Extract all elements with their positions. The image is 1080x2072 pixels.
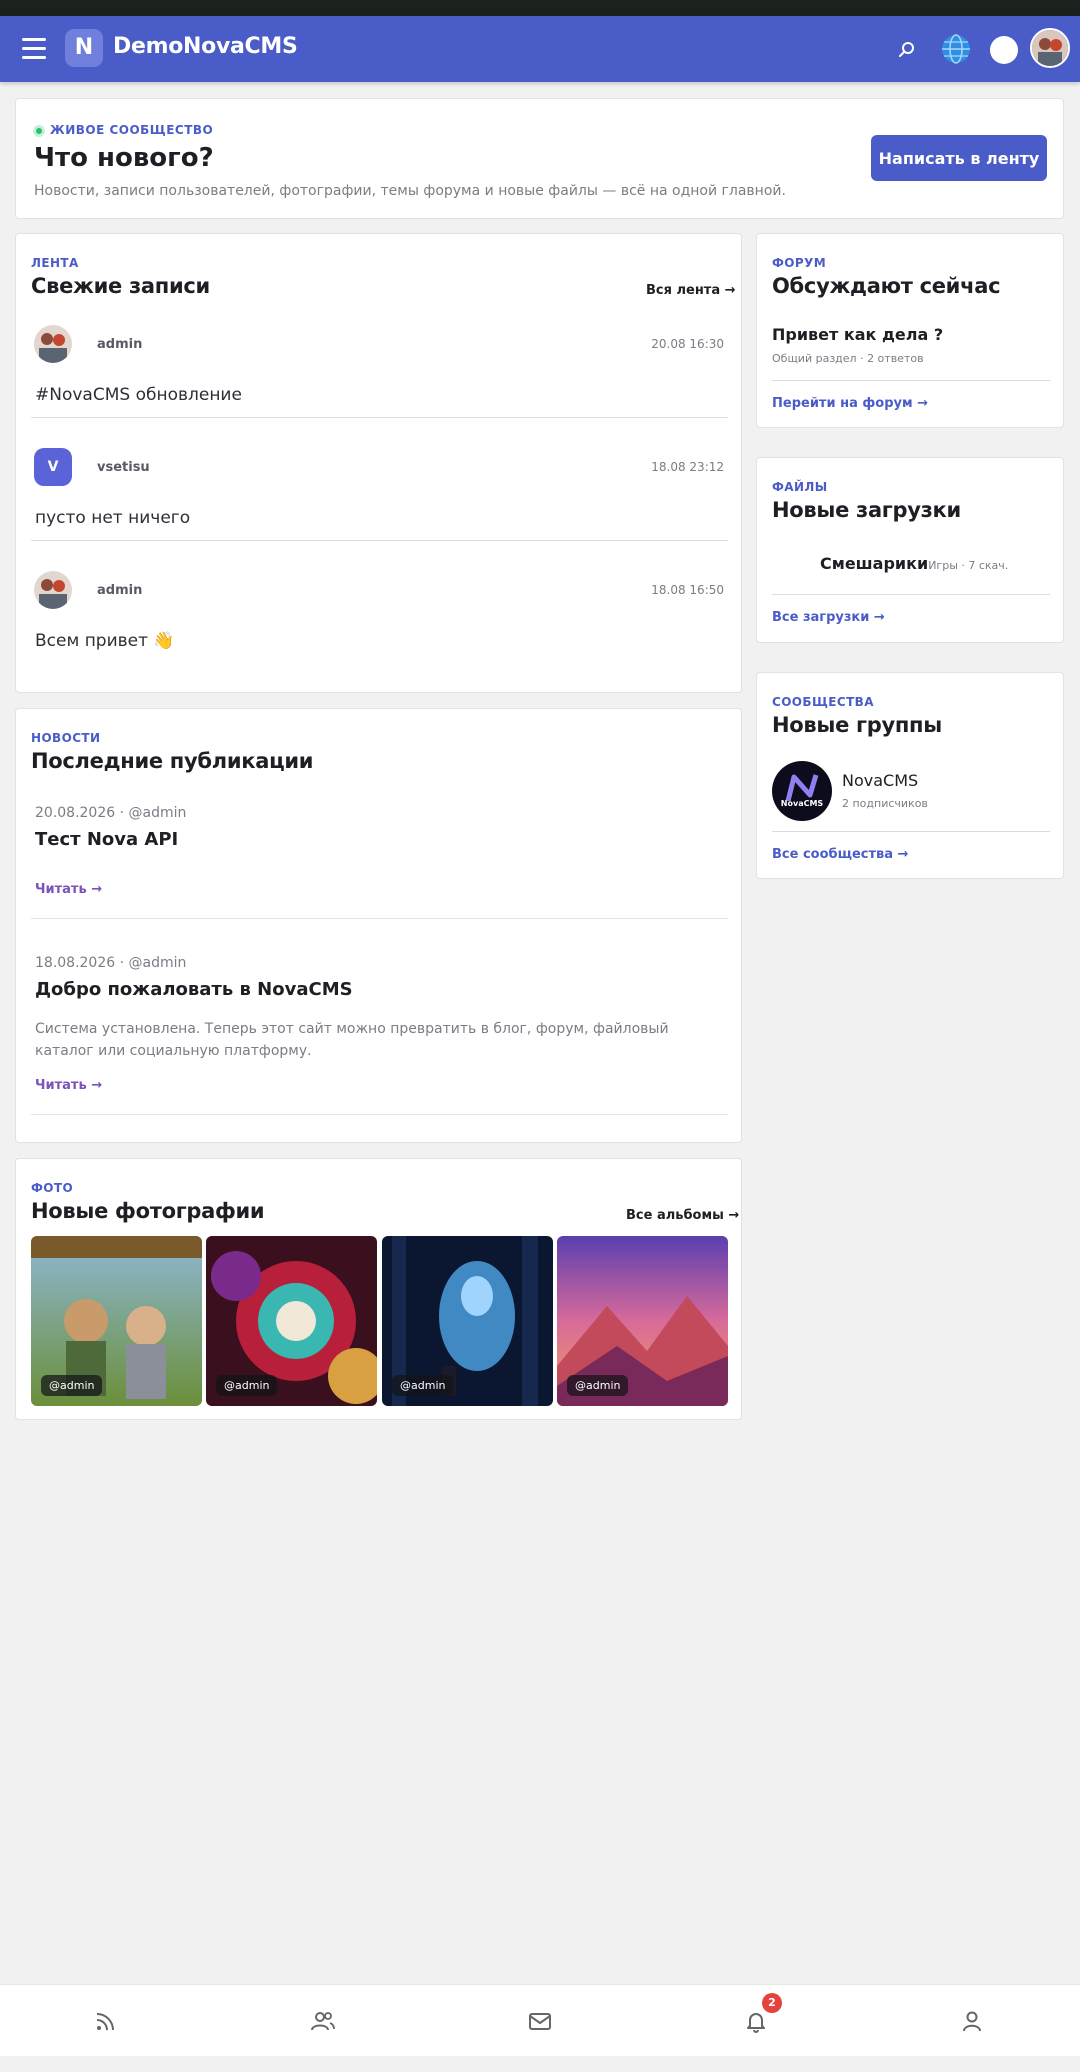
forum-card: ФОРУМ Обсуждают сейчас Привет как дела ?…: [756, 233, 1064, 428]
post-text: #NovaCMS обновление: [35, 385, 242, 405]
group-logo[interactable]: NovaCMS: [772, 761, 832, 821]
search-icon[interactable]: [893, 36, 921, 64]
photo-thumbnail[interactable]: @admin: [382, 1236, 553, 1406]
group-logo-text: NovaCMS: [780, 799, 824, 808]
notifications-badge: 2: [762, 1993, 782, 2013]
hero-kicker: ЖИВОЕ СООБЩЕСТВО: [50, 123, 214, 137]
news-item-title[interactable]: Добро пожаловать в NovaCMS: [35, 979, 353, 1000]
feed-post[interactable]: admin 18.08 16:50 Всем привет 👋: [31, 571, 728, 664]
forum-kicker: ФОРУМ: [772, 256, 827, 270]
news-item[interactable]: 20.08.2026 · @admin Тест Nova API Читать…: [31, 805, 728, 919]
hero-subtitle: Новости, записи пользователей, фотографи…: [34, 183, 786, 199]
hero-title: Что нового?: [34, 143, 214, 173]
post-avatar[interactable]: V: [34, 448, 72, 486]
feed-title: Свежие записи: [31, 274, 210, 298]
post-time: 18.08 16:50: [651, 583, 724, 597]
forum-topic-title[interactable]: Привет как дела ?: [772, 325, 943, 344]
post-author[interactable]: admin: [97, 583, 142, 598]
post-author[interactable]: vsetisu: [97, 460, 150, 475]
profile-icon[interactable]: [958, 2007, 986, 2035]
live-indicator-icon: [33, 125, 45, 137]
news-kicker: НОВОСТИ: [31, 731, 101, 745]
site-logo[interactable]: N: [65, 29, 103, 67]
post-time: 20.08 16:30: [651, 337, 724, 351]
file-name[interactable]: Смешарики: [820, 554, 928, 573]
post-text: Всем привет 👋: [35, 631, 175, 651]
all-feed-link[interactable]: Вся лента →: [646, 283, 736, 298]
site-title[interactable]: DemoNovaCMS: [113, 34, 298, 59]
photo-author-tag: @admin: [392, 1375, 454, 1396]
groups-card: СООБЩЕСТВА Новые группы NovaCMS NovaCMS …: [756, 672, 1064, 879]
mail-icon[interactable]: [526, 2007, 554, 2035]
users-icon[interactable]: [309, 2007, 337, 2035]
feed-kicker: ЛЕНТА: [31, 256, 79, 270]
post-avatar[interactable]: [34, 325, 72, 363]
write-to-feed-button[interactable]: Написать в ленту: [871, 135, 1047, 181]
divider: [772, 831, 1050, 832]
file-item[interactable]: СмешарикиИгры · 7 скач.: [820, 554, 1008, 573]
feed-icon[interactable]: [92, 2007, 120, 2035]
photo-thumbnail[interactable]: @admin: [557, 1236, 728, 1406]
bottom-strip: [0, 2056, 1080, 2072]
bottom-navigation: 2: [0, 1984, 1080, 2056]
post-avatar[interactable]: [34, 571, 72, 609]
post-author[interactable]: admin: [97, 337, 142, 352]
user-avatar[interactable]: [1030, 28, 1070, 68]
group-meta: 2 подписчиков: [842, 797, 928, 810]
groups-kicker: СООБЩЕСТВА: [772, 695, 874, 709]
all-albums-link[interactable]: Все альбомы →: [626, 1208, 739, 1223]
theme-toggle-icon[interactable]: [990, 36, 1018, 64]
divider: [772, 380, 1050, 381]
forum-topic-meta: Общий раздел · 2 ответов: [772, 352, 924, 365]
photo-thumbnail[interactable]: @admin: [31, 1236, 202, 1406]
feed-post[interactable]: V vsetisu 18.08 23:12 пусто нет ничего: [31, 448, 728, 541]
group-name[interactable]: NovaCMS: [842, 771, 918, 790]
all-communities-link[interactable]: Все сообщества →: [772, 847, 908, 862]
post-time: 18.08 23:12: [651, 460, 724, 474]
photo-author-tag: @admin: [41, 1375, 103, 1396]
all-downloads-link[interactable]: Все загрузки →: [772, 610, 885, 625]
feed-card: ЛЕНТА Свежие записи Вся лента → admin 20…: [15, 233, 742, 693]
news-meta: 20.08.2026 · @admin: [35, 805, 187, 821]
news-item-description: Система установлена. Теперь этот сайт мо…: [35, 1021, 669, 1059]
feed-post[interactable]: admin 20.08 16:30 #NovaCMS обновление: [31, 325, 728, 418]
post-text: пусто нет ничего: [35, 508, 191, 528]
news-card: НОВОСТИ Последние публикации 20.08.2026 …: [15, 708, 742, 1143]
photo-thumbnail[interactable]: @admin: [206, 1236, 377, 1406]
top-navbar: N DemoNovaCMS: [0, 16, 1080, 82]
read-more-link[interactable]: Читать →: [35, 1078, 102, 1093]
divider: [772, 594, 1050, 595]
news-item-title[interactable]: Тест Nova API: [35, 829, 178, 850]
top-status-strip: [0, 0, 1080, 16]
file-meta: Игры · 7 скач.: [928, 559, 1009, 572]
hero-card: ЖИВОЕ СООБЩЕСТВО Что нового? Новости, за…: [15, 98, 1064, 219]
go-to-forum-link[interactable]: Перейти на форум →: [772, 396, 928, 411]
photo-author-tag: @admin: [216, 1375, 278, 1396]
news-title: Последние публикации: [31, 749, 314, 773]
menu-icon[interactable]: [22, 38, 46, 60]
groups-title: Новые группы: [772, 713, 942, 737]
photos-kicker: ФОТО: [31, 1181, 74, 1195]
files-card: ФАЙЛЫ Новые загрузки СмешарикиИгры · 7 с…: [756, 457, 1064, 643]
photos-title: Новые фотографии: [31, 1199, 265, 1223]
forum-title: Обсуждают сейчас: [772, 274, 1001, 298]
files-kicker: ФАЙЛЫ: [772, 480, 828, 494]
globe-icon[interactable]: [939, 32, 973, 66]
photos-card: ФОТО Новые фотографии Все альбомы → @adm…: [15, 1158, 742, 1420]
news-meta: 18.08.2026 · @admin: [35, 955, 187, 971]
files-title: Новые загрузки: [772, 498, 961, 522]
news-item[interactable]: 18.08.2026 · @admin Добро пожаловать в N…: [31, 955, 728, 1115]
photo-author-tag: @admin: [567, 1375, 629, 1396]
read-more-link[interactable]: Читать →: [35, 882, 102, 897]
